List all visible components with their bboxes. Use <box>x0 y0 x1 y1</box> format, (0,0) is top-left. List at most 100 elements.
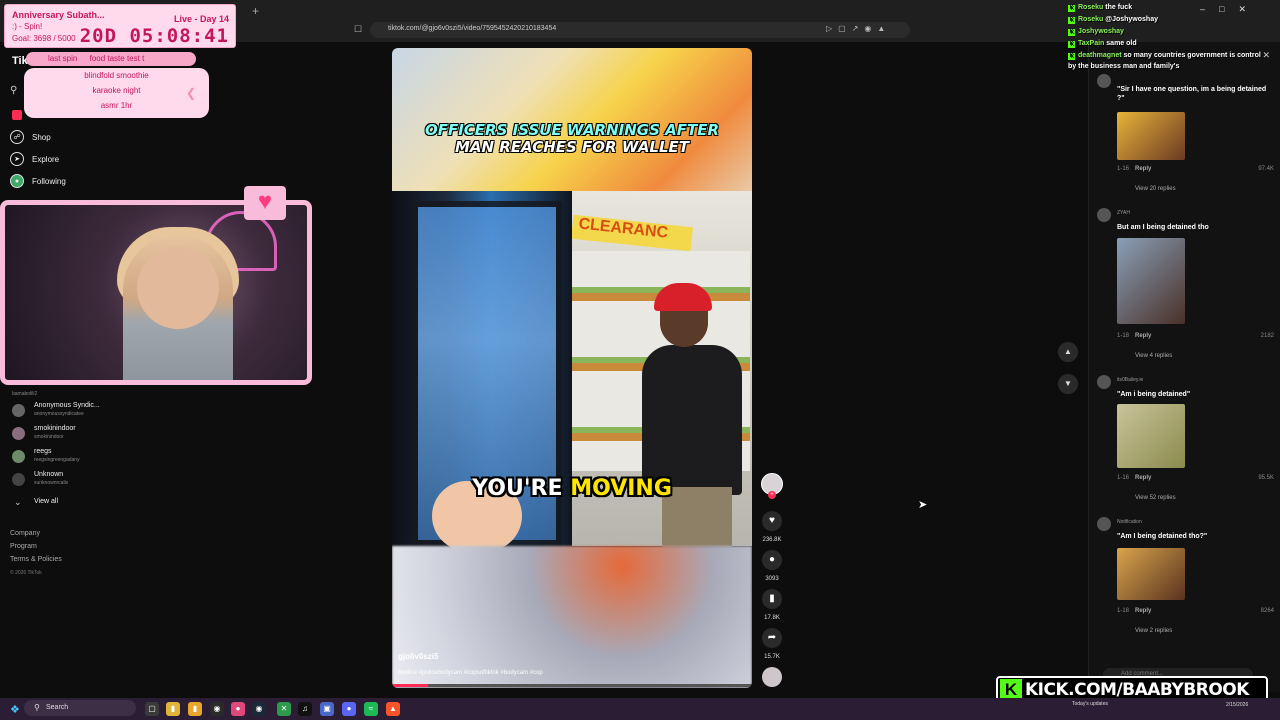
search-icon: ⚲ <box>34 703 40 712</box>
comment-username[interactable]: ZYAH <box>1117 210 1130 216</box>
nav-following[interactable]: ● Following <box>10 172 66 190</box>
comment-likes[interactable]: 2182 <box>1261 333 1274 339</box>
nav-explore[interactable]: ➤ Explore <box>10 150 59 168</box>
following-account[interactable]: reegs reegsingreengadany <box>12 446 80 466</box>
follow-plus-button[interactable]: + <box>768 491 776 499</box>
xbox-icon[interactable]: ✕ <box>277 702 291 716</box>
clock-date: 2/15/2026 <box>1226 702 1249 708</box>
comment-avatar[interactable] <box>1097 517 1111 531</box>
comment-avatar[interactable] <box>1097 208 1111 222</box>
new-tab-button[interactable]: + <box>252 4 259 18</box>
comment-button[interactable]: ● <box>762 550 782 570</box>
comment-avatar[interactable] <box>1097 375 1111 389</box>
heart-icon: ♥ <box>769 515 775 526</box>
bookmark-icon: ▮ <box>769 593 775 604</box>
video-headline-area <box>392 48 752 191</box>
man-shirt <box>642 345 742 495</box>
view-replies-button[interactable]: View 52 replies <box>1135 495 1176 501</box>
video-player[interactable]: OFFICERS ISSUE WARNINGS AFTER MAN REACHE… <box>392 48 752 688</box>
tiktok-icon[interactable]: ♫ <box>298 702 312 716</box>
home-icon[interactable] <box>12 110 22 120</box>
subathon-goal: Goal: 3698 / 5000 <box>12 34 76 43</box>
reply-button[interactable]: Reply <box>1135 166 1151 172</box>
comment-time: 1-18 <box>1117 608 1130 614</box>
reply-button[interactable]: Reply <box>1135 475 1151 481</box>
taskbar-clock[interactable]: 2/15/2026 <box>1226 702 1248 709</box>
folder-icon[interactable]: ▮ <box>188 702 202 716</box>
reply-button[interactable]: Reply <box>1135 333 1151 339</box>
discord-icon[interactable]: ● <box>342 702 356 716</box>
brave-icon[interactable]: ▲ <box>386 702 400 716</box>
comment-time: 1-16 <box>1117 166 1130 172</box>
view-all-link[interactable]: View all <box>34 498 58 505</box>
view-replies-button[interactable]: View 20 replies <box>1135 186 1176 192</box>
steam-icon[interactable]: ◉ <box>252 702 266 716</box>
task-view-icon[interactable]: ▢ <box>145 702 159 716</box>
nav-shop[interactable]: ☍ Shop <box>10 128 51 146</box>
streamer-face <box>137 247 219 329</box>
comment-image[interactable] <box>1117 404 1185 468</box>
comment-image[interactable] <box>1117 112 1185 160</box>
view-replies-button[interactable]: View 2 replies <box>1135 628 1172 634</box>
comment-username[interactable]: its0Bailey.ie <box>1117 377 1143 383</box>
subathon-spin: :) - Spin! <box>12 22 43 31</box>
comment-username[interactable]: Notification <box>1117 519 1142 525</box>
next-video-button[interactable]: ▼ <box>1058 374 1078 394</box>
footer-company-link[interactable]: Company <box>10 530 40 537</box>
kick-badge-icon: K <box>1068 5 1075 12</box>
sound-avatar[interactable] <box>762 667 782 687</box>
bookmark-icon[interactable]: ☐ <box>354 24 362 35</box>
following-account[interactable]: Anonymous Syndic... anonymoussyndicatee <box>12 400 100 420</box>
comment-image[interactable] <box>1117 238 1185 324</box>
app-icon[interactable]: ● <box>231 702 245 716</box>
nav-shop-label: Shop <box>32 132 51 142</box>
share-button[interactable]: ➦ <box>762 628 782 648</box>
comment-likes[interactable]: 8264 <box>1261 608 1274 614</box>
screen: + ☐ tiktok.com/@gjo6v0szi5/video/7595452… <box>0 0 1280 720</box>
red-cap <box>654 283 712 311</box>
following-account[interactable]: smokinindoor smokinindoor <box>12 423 76 443</box>
obs-icon[interactable]: ◉ <box>210 702 224 716</box>
video-headline-line2: MAN REACHES FOR WALLET <box>454 138 690 156</box>
video-author[interactable]: gjo6v0szi5 <box>398 652 438 661</box>
comment-likes[interactable]: 95.5K <box>1258 475 1274 481</box>
chevron-down-icon: ▼ <box>1064 379 1072 388</box>
subathon-title: Anniversary Subath... <box>12 10 105 20</box>
video-progress-bar[interactable] <box>392 684 752 687</box>
mouse-cursor-icon: ➤ <box>918 499 928 511</box>
view-replies-button[interactable]: View 4 replies <box>1135 353 1172 359</box>
chat-user: Roseku <box>1078 16 1104 23</box>
chat-user: Roseku <box>1078 4 1104 11</box>
app-icon[interactable]: ▣ <box>320 702 334 716</box>
search-icon[interactable]: ⚲ <box>10 85 17 96</box>
video-headline-line1: OFFICERS ISSUE WARNINGS AFTER <box>424 121 720 139</box>
comment-time: 1-18 <box>1117 333 1130 339</box>
extension-icons[interactable]: ▷▢↗◉▲ <box>826 24 891 33</box>
like-count: 236.8K <box>762 537 782 543</box>
share-icon: ➦ <box>767 632 777 643</box>
spin-option: karaoke night <box>92 86 141 95</box>
chat-text: @Joshywoshay <box>1105 16 1158 23</box>
following-account[interactable]: Unknown xunknownrcalix <box>12 469 68 489</box>
chat-user: deathmagnet <box>1078 52 1122 59</box>
taskbar-notification[interactable]: Today's updates <box>1072 701 1108 708</box>
chat-message: K Joshywoshay <box>1068 26 1278 38</box>
subtitle-yellow: MOVING <box>570 476 672 501</box>
like-button[interactable]: ♥ <box>762 511 782 531</box>
file-explorer-icon[interactable]: ▮ <box>166 702 180 716</box>
comment-likes[interactable]: 97.4K <box>1258 166 1274 172</box>
reply-button[interactable]: Reply <box>1135 608 1151 614</box>
comment-text: "Am i being detained" <box>1117 391 1191 398</box>
footer-program-link[interactable]: Program <box>10 543 37 550</box>
comment-avatar[interactable] <box>1097 74 1111 88</box>
save-button[interactable]: ▮ <box>762 589 782 609</box>
chat-user: TaxPain <box>1078 40 1105 47</box>
previous-video-button[interactable]: ▲ <box>1058 342 1078 362</box>
taskbar-search[interactable]: Search <box>24 700 136 716</box>
spotify-icon[interactable]: ≈ <box>364 702 378 716</box>
comment-image[interactable] <box>1117 548 1185 600</box>
video-hashtags[interactable]: #police #policebodycam #copsoftiktok #bo… <box>398 670 543 676</box>
windows-start-icon[interactable]: ❖ <box>10 703 20 716</box>
footer-terms-link[interactable]: Terms & Policies <box>10 556 62 563</box>
account-handle: reegsingreengadany <box>34 457 80 463</box>
